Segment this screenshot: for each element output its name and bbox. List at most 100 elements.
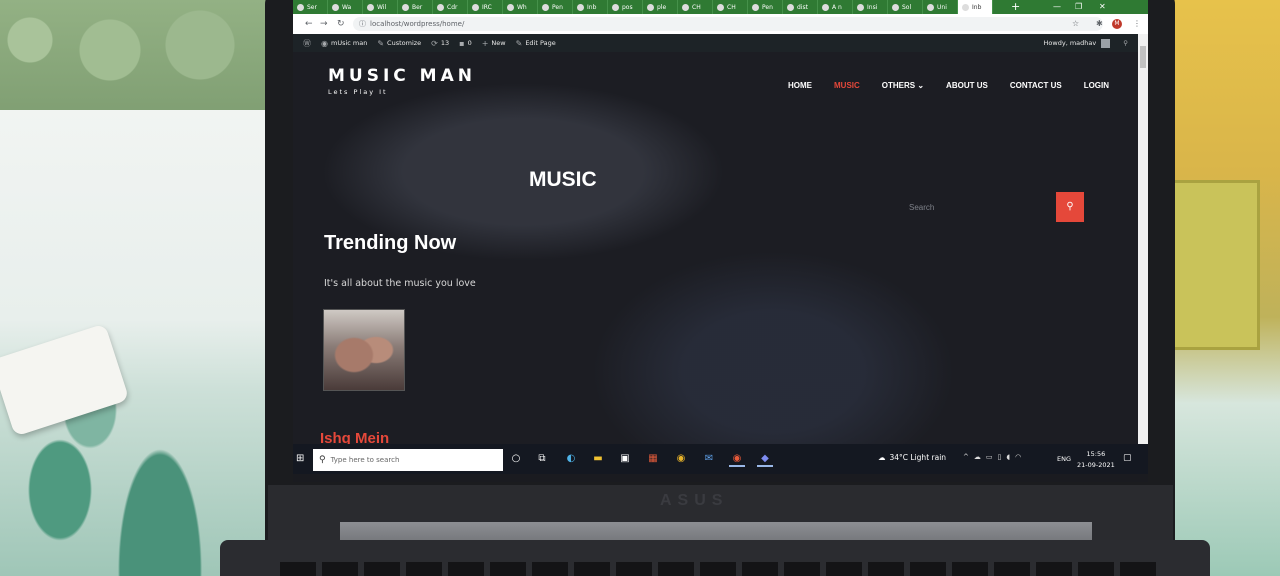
mail-icon[interactable]: ✉ bbox=[701, 451, 717, 467]
nav-item-login[interactable]: LOGIN bbox=[1084, 81, 1109, 90]
network-icon[interactable]: ▭ bbox=[986, 453, 993, 461]
search-icon: ⚲ bbox=[1066, 201, 1074, 212]
search-icon[interactable]: ⚲ bbox=[1123, 39, 1128, 47]
browser-tab[interactable]: Wh bbox=[503, 0, 538, 14]
task-view-icon[interactable]: ⧉ bbox=[534, 451, 550, 467]
tab-favicon-icon bbox=[927, 3, 934, 11]
nav-item-others[interactable]: OTHERS ⌄ bbox=[882, 81, 924, 90]
info-icon: ⓘ bbox=[359, 20, 366, 28]
site-title[interactable]: MUSIC MAN bbox=[328, 66, 476, 86]
tab-label: Inb bbox=[587, 3, 597, 11]
browser-tab[interactable]: dist bbox=[783, 0, 818, 14]
album-cover-image[interactable] bbox=[323, 309, 405, 391]
browser-tab[interactable]: A n bbox=[818, 0, 853, 14]
brush-icon: ✎ bbox=[377, 38, 385, 48]
onedrive-icon[interactable]: ☁ bbox=[974, 453, 981, 461]
maximize-icon[interactable]: ❐ bbox=[1075, 0, 1082, 14]
tab-favicon-icon bbox=[297, 3, 304, 11]
battery-icon[interactable]: ▯ bbox=[998, 453, 1002, 461]
browser-tab[interactable]: Ser bbox=[293, 0, 328, 14]
tab-favicon-icon bbox=[402, 3, 409, 11]
browser-tab[interactable]: pos bbox=[608, 0, 643, 14]
forward-arrow-icon[interactable]: → bbox=[320, 17, 328, 31]
tab-label: Wh bbox=[517, 3, 527, 11]
reload-icon[interactable]: ↻ bbox=[337, 17, 345, 31]
url-text: localhost/wordpress/home/ bbox=[370, 20, 465, 28]
nav-item-home[interactable]: HOME bbox=[788, 81, 812, 90]
chrome-icon[interactable]: ◉ bbox=[673, 451, 689, 467]
search-input[interactable] bbox=[903, 192, 1053, 222]
browser-tab[interactable]: CH bbox=[678, 0, 713, 14]
volume-icon[interactable]: ◖ bbox=[1006, 453, 1010, 461]
nav-item-music[interactable]: MUSIC bbox=[834, 81, 860, 90]
teams-icon[interactable]: ◆ bbox=[757, 451, 773, 467]
wp-new[interactable]: + New bbox=[482, 39, 506, 48]
tab-label: CH bbox=[692, 3, 701, 11]
nav-item-about-us[interactable]: ABOUT US bbox=[946, 81, 988, 90]
new-tab-button[interactable]: + bbox=[1011, 0, 1020, 14]
scrollbar-thumb[interactable] bbox=[1140, 46, 1146, 68]
browser-tab[interactable]: Ber bbox=[398, 0, 433, 14]
cortana-icon[interactable]: ○ bbox=[508, 451, 524, 467]
browser-tab[interactable]: Uni bbox=[923, 0, 958, 14]
wp-customize[interactable]: ✎ Customize bbox=[377, 39, 421, 48]
browser-tab[interactable]: Insi bbox=[853, 0, 888, 14]
file-explorer-icon[interactable]: ▬ bbox=[590, 451, 606, 467]
browser-tab[interactable]: Inb bbox=[573, 0, 608, 14]
browser-tab[interactable]: Pen bbox=[538, 0, 573, 14]
wp-account[interactable]: Howdy, madhav ⚲ bbox=[1044, 34, 1128, 52]
nav-item-contact-us[interactable]: CONTACT US bbox=[1010, 81, 1062, 90]
browser-tab[interactable]: CH bbox=[713, 0, 748, 14]
browser-tab[interactable]: Sol bbox=[888, 0, 923, 14]
clock-time: 15:56 bbox=[1086, 450, 1106, 458]
page-scrollbar[interactable] bbox=[1138, 34, 1148, 444]
wp-updates[interactable]: ⟳ 13 bbox=[431, 39, 449, 48]
chrome-active-icon[interactable]: ◉ bbox=[729, 451, 745, 467]
puzzle-icon[interactable]: ✱ bbox=[1096, 17, 1103, 31]
weather-widget[interactable]: ☁ 34°C Light rain bbox=[878, 453, 946, 462]
clock[interactable]: 15:56 21-09-2021 bbox=[1077, 449, 1115, 471]
tab-label: Inb bbox=[972, 3, 982, 11]
browser-tab[interactable]: Wil bbox=[363, 0, 398, 14]
back-arrow-icon[interactable]: ← bbox=[305, 17, 313, 31]
taskbar-search-box[interactable]: ⚲ Type here to search bbox=[313, 449, 503, 471]
address-bar[interactable]: ⓘ localhost/wordpress/home/ bbox=[353, 17, 1103, 31]
system-tray[interactable]: ^ ☁ ▭ ▯ ◖ ◠ bbox=[963, 453, 1021, 461]
weather-text: 34°C Light rain bbox=[889, 453, 947, 462]
windows-start-icon[interactable]: ⊞ bbox=[296, 453, 304, 464]
wp-logo-icon[interactable]: Ⓦ bbox=[303, 38, 311, 49]
edge-browser-icon[interactable]: ◐ bbox=[563, 451, 579, 467]
wp-site-name[interactable]: ◉ mUsic man bbox=[321, 39, 367, 48]
star-icon[interactable]: ☆ bbox=[1072, 17, 1079, 31]
wifi-icon[interactable]: ◠ bbox=[1015, 453, 1021, 461]
wp-comments[interactable]: ▪ 0 bbox=[459, 39, 472, 48]
store-icon[interactable]: ▣ bbox=[617, 451, 633, 467]
tab-favicon-icon bbox=[962, 3, 969, 11]
browser-tab[interactable]: Inb bbox=[958, 0, 993, 14]
clock-date: 21-09-2021 bbox=[1077, 461, 1115, 469]
browser-tab[interactable]: Pen bbox=[748, 0, 783, 14]
browser-tab[interactable]: IRC bbox=[468, 0, 503, 14]
profile-avatar[interactable]: M bbox=[1112, 19, 1122, 29]
cloud-icon: ☁ bbox=[878, 453, 886, 462]
minimize-icon[interactable]: — bbox=[1053, 0, 1061, 14]
notification-icon[interactable]: ▢ bbox=[1123, 453, 1132, 463]
close-icon[interactable]: ✕ bbox=[1099, 0, 1106, 14]
tab-label: A n bbox=[832, 3, 842, 11]
kebab-menu-icon[interactable]: ⋮ bbox=[1133, 17, 1141, 31]
tab-label: Pen bbox=[552, 3, 563, 11]
browser-tab[interactable]: Cdr bbox=[433, 0, 468, 14]
wp-edit-page[interactable]: ✎ Edit Page bbox=[516, 39, 556, 48]
browser-tab[interactable]: Wa bbox=[328, 0, 363, 14]
search-button[interactable]: ⚲ bbox=[1056, 192, 1084, 222]
chevron-up-icon[interactable]: ^ bbox=[963, 453, 969, 461]
tab-favicon-icon bbox=[647, 3, 654, 11]
tab-favicon-icon bbox=[822, 3, 829, 11]
language-indicator[interactable]: ENG bbox=[1057, 455, 1071, 463]
tab-label: Wil bbox=[377, 3, 387, 11]
tab-label: Pen bbox=[762, 3, 773, 11]
office-icon[interactable]: ▦ bbox=[645, 451, 661, 467]
browser-tab[interactable]: ple bbox=[643, 0, 678, 14]
section-title: Trending Now bbox=[324, 232, 457, 254]
page-title: MUSIC bbox=[529, 168, 597, 191]
